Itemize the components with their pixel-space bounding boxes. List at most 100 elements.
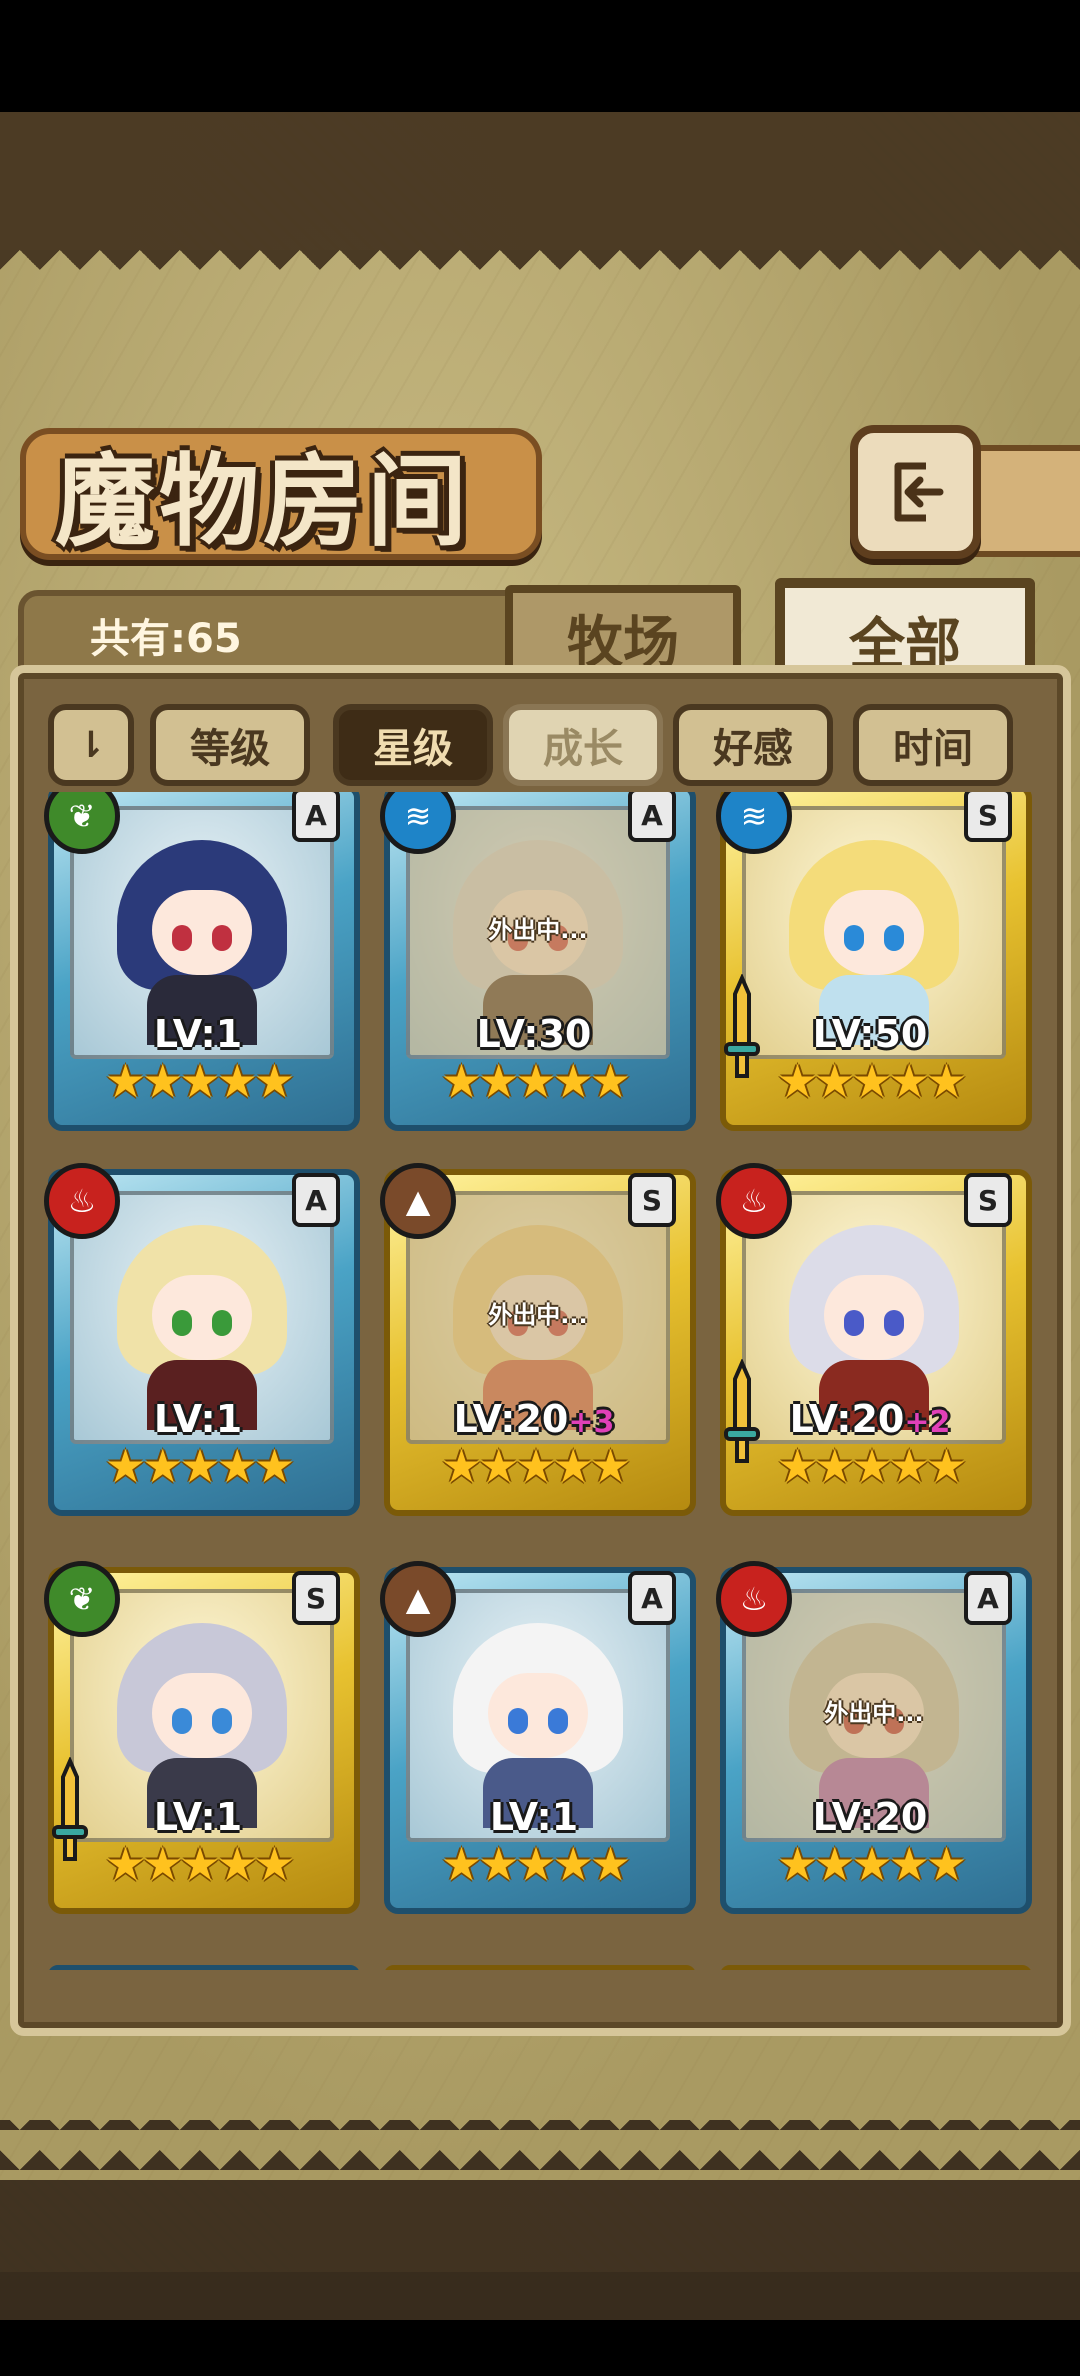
monster-count: 共有:65 — [90, 616, 242, 662]
away-status: 外出中... — [488, 1301, 588, 1329]
level-value: LV:30 — [476, 1012, 592, 1056]
star-icon: ★ — [552, 1054, 594, 1108]
star-icon: ★ — [814, 1837, 855, 1891]
monster-portrait — [789, 1225, 959, 1430]
level-value: LV:20 — [812, 1795, 928, 1839]
level-label: LV:20+3 — [384, 1397, 684, 1441]
rank-badge: A — [964, 1571, 1012, 1625]
sort-level-button[interactable]: 等级 — [150, 704, 310, 786]
flame-icon: ♨ — [44, 1163, 120, 1239]
sword-icon — [724, 1359, 760, 1463]
sort-growth-button[interactable]: 成长 — [503, 704, 663, 786]
star-icon: ★ — [589, 1054, 631, 1108]
rank-badge: S — [964, 1173, 1012, 1227]
star-icon: ★ — [515, 1054, 556, 1108]
monster-card-partial[interactable] — [48, 1965, 360, 1970]
monster-portrait — [117, 1623, 287, 1828]
monster-card[interactable]: 外出中... LV:20+3 ★★★★★ ▲ S — [380, 1163, 696, 1516]
star-rating: ★★★★★ — [384, 1439, 684, 1493]
monster-card-partial[interactable] — [384, 1965, 696, 1970]
level-plus: +2 — [904, 1405, 951, 1440]
monster-card[interactable]: 外出中... LV:30 ★★★★★ ≋ A — [380, 792, 696, 1131]
level-label: LV:1 — [48, 1795, 348, 1839]
star-icon: ★ — [142, 1054, 183, 1108]
sort-affection-button[interactable]: 好感 — [673, 704, 833, 786]
rank-badge: A — [292, 792, 340, 842]
star-icon: ★ — [179, 1837, 220, 1891]
sort-order-toggle[interactable]: ⇂ — [48, 704, 134, 786]
monster-card[interactable]: 外出中... LV:20 ★★★★★ ♨ A — [716, 1561, 1032, 1914]
star-icon: ★ — [851, 1054, 892, 1108]
star-icon: ★ — [888, 1439, 930, 1493]
star-icon: ★ — [104, 1054, 146, 1108]
monster-face — [824, 1275, 924, 1360]
flame-icon: ♨ — [716, 1163, 792, 1239]
star-icon: ★ — [179, 1054, 220, 1108]
star-rating: ★★★★★ — [48, 1439, 348, 1493]
away-status: 外出中... — [824, 1699, 924, 1727]
star-rating: ★★★★★ — [720, 1837, 1020, 1891]
star-icon: ★ — [888, 1837, 930, 1891]
star-icon: ★ — [888, 1054, 930, 1108]
flame-icon: ♨ — [716, 1561, 792, 1637]
star-icon: ★ — [142, 1837, 183, 1891]
monster-card[interactable]: LV:1 ★★★★★ ▲ A — [380, 1561, 696, 1914]
monster-eye — [212, 1708, 232, 1734]
monster-card-partial[interactable] — [720, 1965, 1032, 1970]
star-icon: ★ — [216, 1837, 258, 1891]
level-label: LV:50 — [720, 1012, 1020, 1056]
sort-order-icon: ⇂ — [75, 724, 107, 766]
mountain-icon: ▲ — [380, 1163, 456, 1239]
level-value: LV:1 — [153, 1795, 243, 1839]
bottom-decor-strip — [0, 2170, 1080, 2320]
star-icon: ★ — [478, 1837, 519, 1891]
star-icon: ★ — [515, 1439, 556, 1493]
monster-card[interactable]: LV:50 ★★★★★ ≋ S — [716, 792, 1032, 1131]
monster-eye — [212, 1310, 232, 1336]
back-button[interactable] — [850, 425, 981, 559]
monster-card[interactable]: LV:20+2 ★★★★★ ♨ S — [716, 1163, 1032, 1516]
level-label: LV:20 — [720, 1795, 1020, 1839]
rank-badge: A — [292, 1173, 340, 1227]
star-rating: ★★★★★ — [384, 1837, 684, 1891]
monster-grid: LV:1 ★★★★★ ❦ A 外出中... LV:30 ★★★★★ ≋ A LV:50 ★★★★★ ≋… — [30, 792, 1040, 1970]
star-icon: ★ — [552, 1837, 594, 1891]
level-plus: +3 — [568, 1405, 615, 1440]
monster-eye — [548, 1708, 568, 1734]
star-icon: ★ — [104, 1837, 146, 1891]
star-icon: ★ — [589, 1439, 631, 1493]
star-icon: ★ — [552, 1439, 594, 1493]
star-icon: ★ — [440, 1837, 482, 1891]
star-icon: ★ — [440, 1054, 482, 1108]
star-icon: ★ — [814, 1054, 855, 1108]
monster-card[interactable]: LV:1 ★★★★★ ♨ A — [44, 1163, 360, 1516]
star-icon: ★ — [925, 1837, 967, 1891]
leaf-icon: ❦ — [44, 1561, 120, 1637]
monster-card[interactable]: LV:1 ★★★★★ ❦ A — [44, 792, 360, 1131]
page-title: 魔物房间 — [55, 442, 471, 560]
star-rating: ★★★★★ — [384, 1054, 684, 1108]
level-value: LV:1 — [489, 1795, 579, 1839]
star-icon: ★ — [851, 1439, 892, 1493]
monster-eye — [508, 1708, 528, 1734]
away-status: 外出中... — [488, 916, 588, 944]
rank-badge: A — [628, 1571, 676, 1625]
torn-edge-bottom — [0, 2120, 1080, 2170]
level-value: LV:50 — [812, 1012, 928, 1056]
top-decor-strip — [0, 112, 1080, 252]
star-icon: ★ — [216, 1439, 258, 1493]
monster-eye — [844, 925, 864, 951]
monster-face — [824, 890, 924, 975]
star-rating: ★★★★★ — [48, 1837, 348, 1891]
monster-eye — [172, 1708, 192, 1734]
level-value: LV:1 — [153, 1397, 243, 1441]
sword-icon — [52, 1757, 88, 1861]
level-label: LV:30 — [384, 1012, 684, 1056]
star-icon: ★ — [253, 1439, 295, 1493]
sort-star-button[interactable]: 星级 — [333, 704, 493, 786]
monster-face — [152, 1275, 252, 1360]
sort-time-button[interactable]: 时间 — [853, 704, 1013, 786]
back-arrow-icon — [894, 462, 943, 522]
monster-card[interactable]: LV:1 ★★★★★ ❦ S — [44, 1561, 360, 1914]
monster-face — [488, 1673, 588, 1758]
